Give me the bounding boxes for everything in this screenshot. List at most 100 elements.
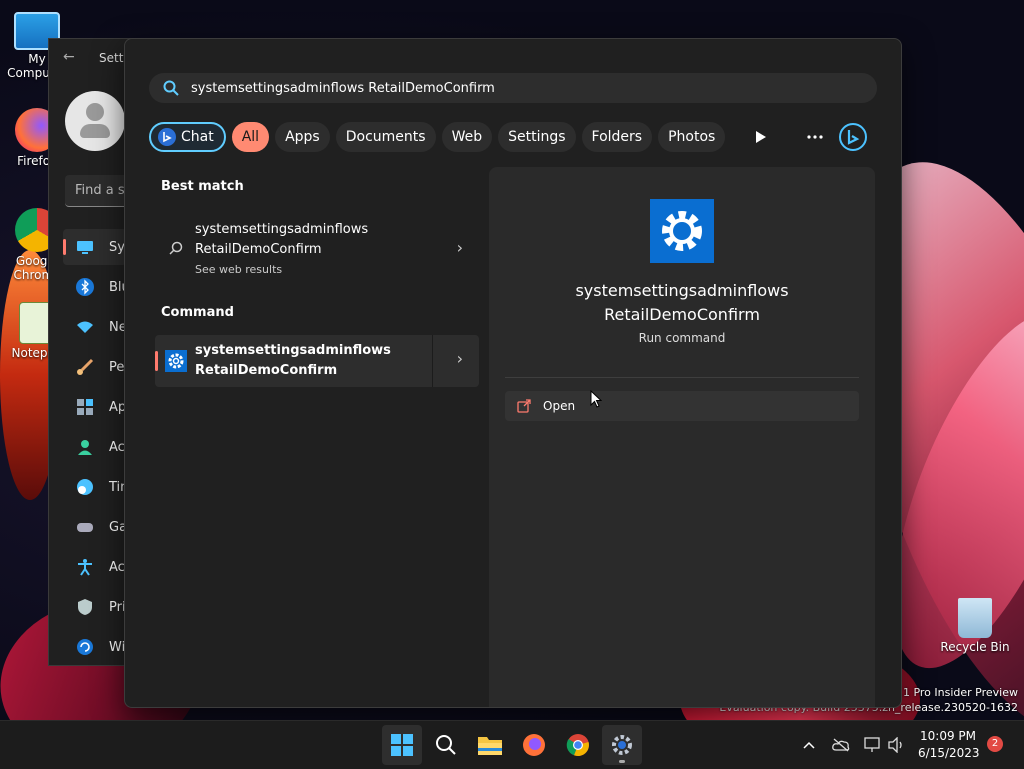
mouse-cursor-icon	[590, 390, 602, 408]
command-title-line1: systemsettingsadminflows	[195, 343, 391, 358]
best-match-title-line2: RetailDemoConfirm	[195, 242, 322, 257]
chrome-icon	[566, 734, 589, 757]
clock-date: 6/15/2023	[918, 746, 980, 760]
filter-apps[interactable]: Apps	[275, 122, 330, 152]
clock-time: 10:09 PM	[920, 729, 976, 743]
bing-icon[interactable]	[837, 121, 869, 153]
show-hidden-icons-button[interactable]	[798, 725, 820, 765]
search-icon	[163, 80, 179, 96]
settings-nav-personalization[interactable]: Personalization	[63, 349, 127, 385]
filter-chat[interactable]: Chat	[149, 122, 226, 152]
desktop-icon-label: Recycle Bin	[940, 640, 1010, 654]
taskbar-settings[interactable]	[602, 725, 642, 765]
recycle-bin-icon	[958, 598, 992, 638]
filter-label: All	[241, 129, 260, 145]
search-filter-bar: Chat All Apps Documents Web Settings Fol…	[149, 121, 726, 153]
command-heading: Command	[161, 305, 234, 320]
running-indicator	[619, 760, 625, 763]
chevron-right-icon: ›	[456, 238, 463, 257]
command-title-line2: RetailDemoConfirm	[195, 363, 338, 378]
taskbar-file-explorer[interactable]	[470, 725, 510, 765]
best-match-heading: Best match	[161, 179, 244, 194]
accessibility-icon	[75, 557, 95, 577]
settings-nav-apps[interactable]: Apps	[63, 389, 127, 425]
preview-subtitle: Run command	[638, 331, 726, 345]
taskbar: 10:09 PM 6/15/2023	[0, 720, 1024, 769]
more-options-icon[interactable]	[799, 121, 831, 153]
settings-nav-accounts[interactable]: Accounts	[63, 429, 127, 465]
gamepad-icon	[75, 517, 95, 537]
best-match-result[interactable]: systemsettingsadminflows RetailDemoConfi…	[155, 215, 479, 283]
chevron-right-icon[interactable]: ›	[457, 349, 463, 368]
filter-documents[interactable]: Documents	[335, 122, 436, 152]
clock-globe-icon	[75, 477, 95, 497]
avatar[interactable]	[65, 91, 125, 151]
taskbar-chrome[interactable]	[558, 725, 598, 765]
search-flyout: Chat All Apps Documents Web Settings Fol…	[124, 38, 902, 708]
preview-pane: systemsettingsadminflows RetailDemoConfi…	[489, 167, 875, 707]
filter-web[interactable]: Web	[441, 122, 493, 152]
filter-label: Apps	[285, 129, 320, 145]
desktop-icon-recycle-bin[interactable]: Recycle Bin	[938, 598, 1012, 654]
filter-label: Documents	[345, 129, 426, 145]
windows-logo-icon	[391, 734, 413, 756]
taskbar-clock[interactable]: 10:09 PM 6/15/2023	[918, 728, 980, 762]
settings-nav-windows-update[interactable]: Windows Update	[63, 629, 127, 665]
chevron-up-icon	[803, 741, 815, 749]
open-button[interactable]: Open	[505, 391, 859, 421]
bing-chat-icon	[158, 128, 176, 146]
command-result[interactable]: systemsettingsadminflows RetailDemoConfi…	[155, 335, 479, 387]
taskbar-firefox[interactable]	[514, 725, 554, 765]
settings-gear-icon	[165, 350, 187, 372]
onedrive-tray-icon[interactable]	[830, 725, 852, 765]
settings-gear-icon	[650, 199, 714, 263]
settings-nav-privacy[interactable]: Privacy & security	[63, 589, 127, 625]
settings-nav-system[interactable]: System	[63, 229, 127, 265]
shield-icon	[75, 597, 95, 617]
bluetooth-icon	[75, 277, 95, 297]
notification-badge[interactable]: 2	[987, 736, 1003, 752]
filter-settings[interactable]: Settings	[498, 122, 576, 152]
person-icon	[75, 437, 95, 457]
network-tray-icon[interactable]	[862, 725, 884, 765]
filter-all[interactable]: All	[231, 122, 270, 152]
filter-photos[interactable]: Photos	[658, 122, 726, 152]
search-input[interactable]	[189, 79, 873, 97]
taskbar-search-button[interactable]	[426, 725, 466, 765]
search-icon	[169, 241, 183, 255]
network-monitor-icon	[864, 737, 880, 752]
gear-icon	[612, 735, 632, 755]
filter-label: Folders	[591, 129, 643, 145]
open-button-label: Open	[543, 399, 576, 413]
more-filters-play-icon[interactable]	[745, 121, 777, 153]
settings-nav-network[interactable]: Network & internet	[63, 309, 127, 345]
search-box[interactable]	[149, 73, 877, 103]
settings-nav-accessibility[interactable]: Accessibility	[63, 549, 127, 585]
apps-icon	[75, 397, 95, 417]
best-match-subtitle: See web results	[195, 263, 283, 276]
cloud-offline-icon	[832, 738, 850, 752]
filter-label: Web	[451, 129, 483, 145]
preview-title-line1: systemsettingsadminflows	[575, 281, 789, 300]
settings-nav-gaming[interactable]: Gaming	[63, 509, 127, 545]
filter-folders[interactable]: Folders	[581, 122, 653, 152]
speaker-icon	[888, 737, 902, 753]
folder-icon	[478, 737, 502, 755]
filter-label: Photos	[668, 129, 716, 145]
start-button[interactable]	[382, 725, 422, 765]
divider	[432, 335, 433, 387]
volume-tray-icon[interactable]	[886, 725, 908, 765]
best-match-title-line1: systemsettingsadminflows	[195, 222, 369, 237]
filter-label: Chat	[181, 129, 214, 145]
back-arrow-icon[interactable]: ←	[63, 49, 75, 65]
filter-label: Settings	[508, 129, 566, 145]
firefox-icon	[523, 734, 545, 756]
divider	[505, 377, 859, 378]
brush-icon	[75, 357, 95, 377]
search-icon	[436, 735, 456, 755]
wifi-icon	[75, 317, 95, 337]
open-external-icon	[517, 399, 531, 413]
monitor-icon	[75, 237, 95, 257]
settings-nav-time-language[interactable]: Time & language	[63, 469, 127, 505]
settings-nav-bluetooth[interactable]: Bluetooth & devices	[63, 269, 127, 305]
